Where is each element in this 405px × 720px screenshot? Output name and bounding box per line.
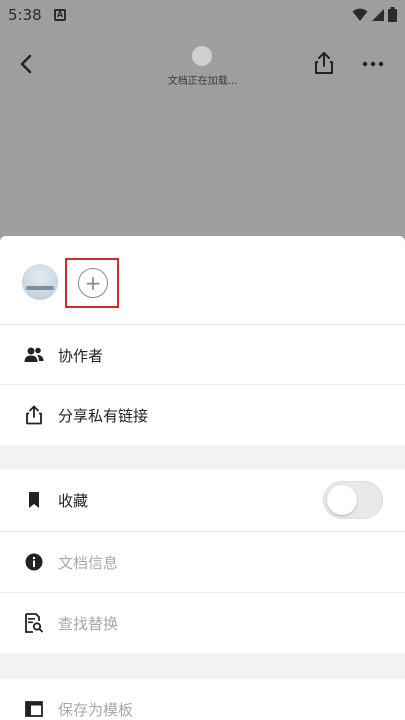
- bookmark-icon: [24, 490, 44, 510]
- app-bar: 文档正在加载...: [0, 30, 405, 98]
- avatar-decoration: [26, 286, 54, 290]
- signal-icon: [372, 8, 384, 21]
- favorite-toggle[interactable]: [323, 481, 383, 519]
- section-gap: [0, 445, 405, 469]
- menu-label: 文档信息: [58, 553, 119, 572]
- collaborator-avatars-row: +: [0, 236, 405, 324]
- menu-label: 收藏: [58, 491, 89, 510]
- more-icon: [362, 61, 384, 67]
- plus-icon: +: [84, 271, 102, 295]
- share-link-icon: [24, 405, 44, 425]
- menu-item-share-private-link[interactable]: 分享私有链接: [0, 385, 405, 445]
- info-icon: [24, 552, 44, 572]
- menu-item-find-replace[interactable]: 查找替换: [0, 593, 405, 653]
- collaborators-icon: [24, 345, 44, 365]
- status-time: 5:38: [8, 6, 42, 24]
- owner-avatar[interactable]: [22, 264, 58, 300]
- menu-label: 协作者: [58, 346, 104, 365]
- menu-item-favorite[interactable]: 收藏: [0, 469, 405, 531]
- add-collaborator-highlight: +: [65, 258, 119, 308]
- menu-item-collaborators[interactable]: 协作者: [0, 325, 405, 385]
- options-bottom-sheet: + 协作者 分享私有链接 收藏 文档信息 查找替换 保存为模板: [0, 236, 405, 720]
- toggle-knob: [327, 485, 357, 515]
- status-icons: [352, 7, 397, 22]
- document-loading-icon: [192, 46, 212, 66]
- notification-icon: A: [54, 9, 66, 21]
- menu-label: 分享私有链接: [58, 406, 149, 425]
- menu-item-document-info[interactable]: 文档信息: [0, 532, 405, 592]
- menu-label: 保存为模板: [58, 700, 134, 719]
- loading-status-text: 文档正在加载...: [167, 76, 238, 87]
- battery-icon: [388, 7, 397, 22]
- wifi-icon: [352, 8, 368, 21]
- share-icon: [315, 52, 333, 74]
- share-button[interactable]: [310, 48, 338, 78]
- menu-item-save-as-template[interactable]: 保存为模板: [0, 679, 405, 720]
- template-icon: [24, 699, 44, 719]
- add-collaborator-button[interactable]: +: [78, 268, 108, 298]
- more-options-button[interactable]: [358, 52, 388, 76]
- menu-label: 查找替换: [58, 614, 119, 633]
- section-gap: [0, 653, 405, 679]
- status-bar: 5:38 A: [0, 0, 405, 30]
- back-arrow-icon: [20, 54, 32, 74]
- find-replace-icon: [24, 613, 44, 633]
